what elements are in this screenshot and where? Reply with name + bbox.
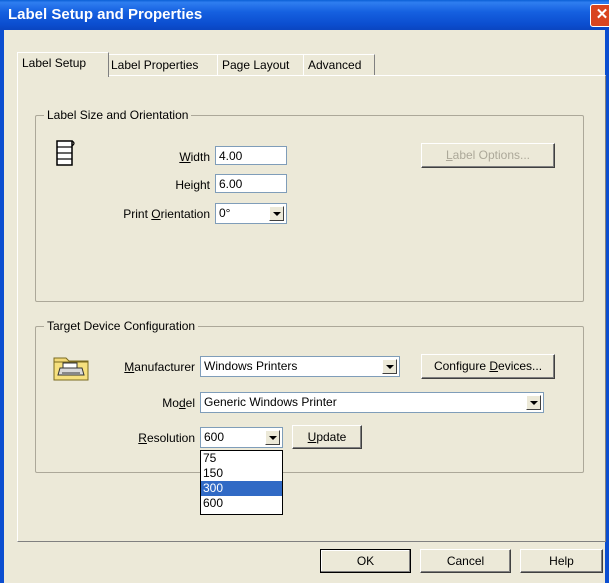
resolution-option-highlighted[interactable]: 300: [201, 481, 282, 496]
tab-label: Label Properties: [111, 58, 199, 72]
resolution-option[interactable]: 600: [201, 496, 282, 511]
resolution-option[interactable]: 75: [201, 451, 282, 466]
tab-label: Page Layout: [222, 58, 290, 72]
resolution-option[interactable]: 150: [201, 466, 282, 481]
group-title: Label Size and Orientation: [44, 108, 192, 122]
close-icon: ✕: [595, 6, 609, 23]
title-bar[interactable]: Label Setup and Properties ✕: [0, 0, 609, 30]
ok-button[interactable]: OK: [320, 549, 411, 573]
chevron-down-icon[interactable]: [265, 430, 280, 445]
tab-advanced[interactable]: Advanced: [303, 54, 375, 75]
manufacturer-label: Manufacturer: [124, 360, 195, 374]
manufacturer-value: Windows Printers: [204, 359, 298, 373]
window-title: Label Setup and Properties: [8, 6, 203, 23]
label-options-button: Label Options...: [421, 143, 555, 168]
configure-devices-button[interactable]: Configure Devices...: [421, 354, 555, 379]
width-input[interactable]: 4.00: [215, 146, 287, 165]
print-orientation-label: Print Orientation: [123, 207, 210, 221]
close-button[interactable]: ✕: [590, 4, 609, 27]
tab-label-setup[interactable]: Label Setup: [17, 52, 109, 77]
tab-label: Advanced: [308, 58, 362, 72]
orientation-value: 0°: [219, 206, 231, 220]
model-value: Generic Windows Printer: [204, 395, 337, 409]
label-stack-icon: [56, 140, 75, 166]
model-label: Model: [162, 396, 195, 410]
resolution-value: 600: [204, 430, 225, 444]
manufacturer-select[interactable]: Windows Printers: [200, 356, 400, 377]
tab-label-properties[interactable]: Label Properties: [106, 54, 218, 75]
chevron-down-icon[interactable]: [382, 359, 397, 374]
help-button[interactable]: Help: [520, 549, 603, 573]
group-title: Target Device Configuration: [44, 319, 199, 333]
orientation-select[interactable]: 0°: [215, 203, 287, 224]
cancel-button[interactable]: Cancel: [420, 549, 511, 573]
resolution-dropdown-list: 75 150 300 600: [200, 450, 283, 515]
dialog-window: Label Setup and Properties ✕ Label Setup…: [0, 0, 609, 583]
resolution-label: Resolution: [138, 431, 195, 445]
height-label: Height: [175, 178, 210, 192]
model-select[interactable]: Generic Windows Printer: [200, 392, 544, 413]
tab-page-layout[interactable]: Page Layout: [217, 54, 304, 75]
printer-folder-icon: [53, 357, 89, 381]
height-input[interactable]: 6.00: [215, 174, 287, 193]
chevron-down-icon[interactable]: [269, 206, 284, 221]
width-label: Width: [179, 150, 210, 164]
resolution-select[interactable]: 600: [200, 427, 283, 448]
window-border-left: [0, 30, 4, 583]
tab-label: Label Setup: [22, 56, 87, 70]
update-button[interactable]: Update: [292, 425, 362, 449]
chevron-down-icon[interactable]: [526, 395, 541, 410]
